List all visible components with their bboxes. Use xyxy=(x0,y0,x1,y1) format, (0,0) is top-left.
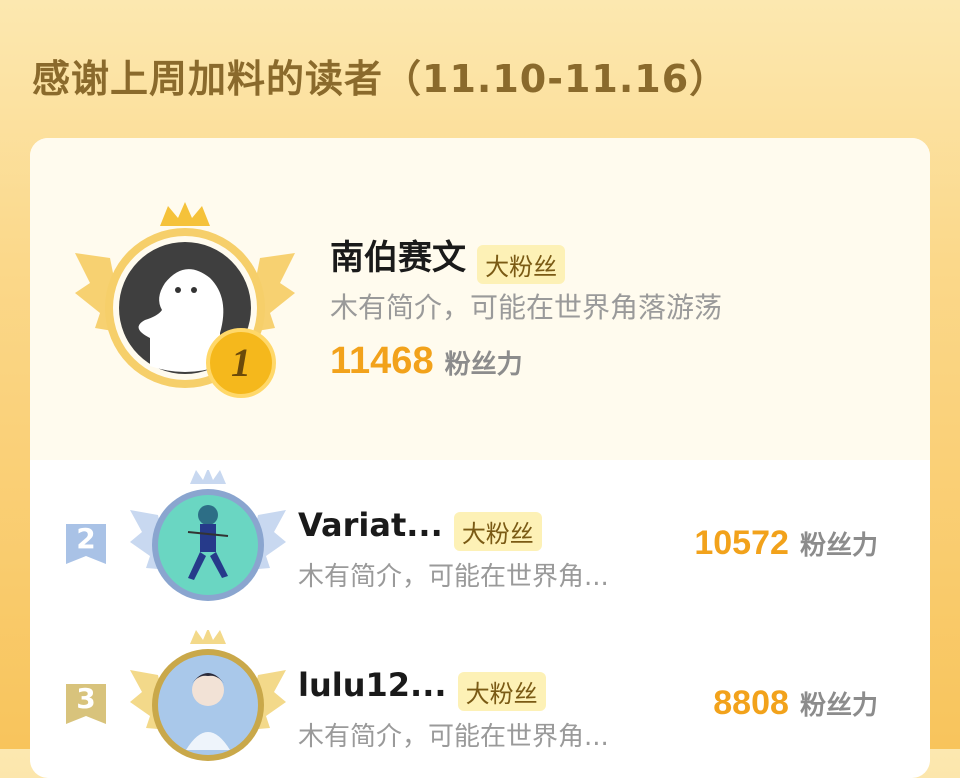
fan-name[interactable]: Variat... xyxy=(298,506,443,544)
fan-score: 8808 xyxy=(713,684,789,722)
fan-bio: 木有简介，可能在世界角... xyxy=(298,562,609,592)
fan-row[interactable]: 3 lulu12... 大粉丝 木有简介，可能在世界角... 8808 粉丝力 xyxy=(30,628,930,778)
rank-number: 3 xyxy=(76,682,96,715)
top-fan-row[interactable]: 1 南伯赛文 大粉丝 木有简介，可能在世界角落游荡 11468 粉丝力 xyxy=(30,138,930,460)
rank-1-medal: 1 xyxy=(206,328,276,398)
rank-3-avatar-frame xyxy=(130,630,286,761)
fan-score-unit: 粉丝力 xyxy=(444,350,523,380)
fan-score: 10572 xyxy=(694,524,789,562)
ranking-card: 1 南伯赛文 大粉丝 木有简介，可能在世界角落游荡 11468 粉丝力 2 Va… xyxy=(30,138,930,778)
fan-level-badge: 大粉丝 xyxy=(477,245,566,284)
fan-level-badge: 大粉丝 xyxy=(453,512,542,551)
fan-bio: 木有简介，可能在世界角... xyxy=(298,722,609,752)
fan-bio: 木有简介，可能在世界角落游荡 xyxy=(330,291,723,324)
rank-number: 2 xyxy=(76,522,96,555)
fan-score: 11468 xyxy=(330,340,434,382)
fan-name[interactable]: 南伯赛文 xyxy=(330,238,466,278)
fan-row[interactable]: 2 Variat... 大粉丝 木有简介，可能在世界角... 10572 粉丝力 xyxy=(30,468,930,618)
rank-2-avatar-frame xyxy=(130,470,286,601)
fan-name[interactable]: lulu12... xyxy=(298,666,447,704)
fan-level-badge: 大粉丝 xyxy=(457,672,546,711)
fan-score-unit: 粉丝力 xyxy=(799,531,878,561)
fan-score-unit: 粉丝力 xyxy=(799,691,878,721)
page-title: 感谢上周加料的读者（11.10-11.16） xyxy=(32,57,729,101)
